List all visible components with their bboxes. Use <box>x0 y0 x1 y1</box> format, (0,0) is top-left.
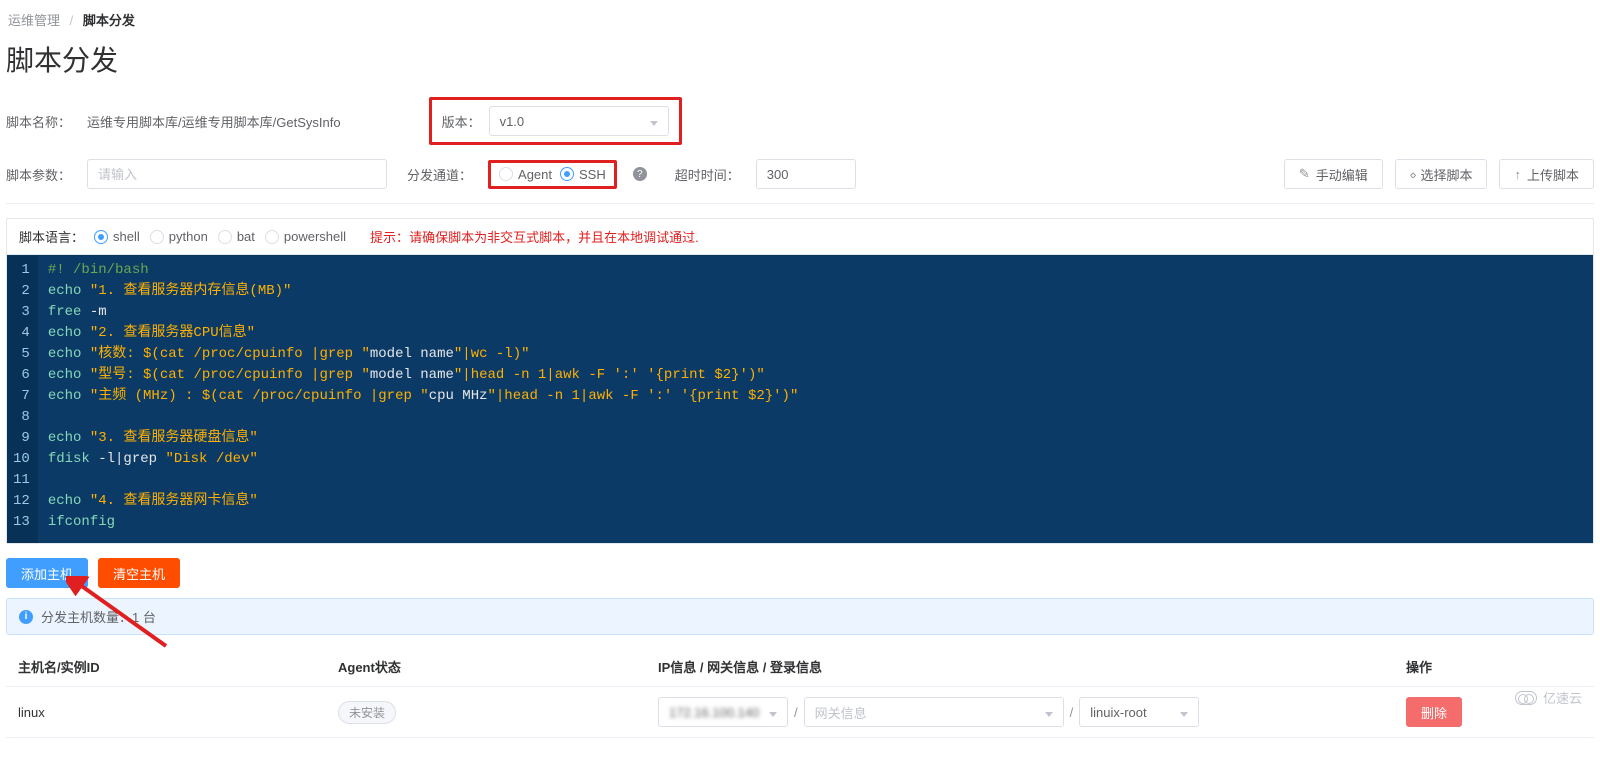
ip-select[interactable]: 172.16.100.140 <box>658 697 788 727</box>
cell-host: linux <box>6 687 326 738</box>
timeout-label: 超时时间： <box>675 165 740 184</box>
host-table: 主机名/实例ID Agent状态 IP信息 / 网关信息 / 登录信息 操作 l… <box>6 647 1594 738</box>
radio-agent-label: Agent <box>518 167 552 182</box>
watermark-text: 亿速云 <box>1543 688 1582 707</box>
breadcrumb-parent[interactable]: 运维管理 <box>8 13 60 28</box>
radio-ssh-label: SSH <box>579 167 606 182</box>
info-text: 分发主机数量：1 台 <box>41 607 156 626</box>
script-name-label: 脚本名称： <box>6 112 71 131</box>
pencil-icon <box>1299 166 1310 182</box>
delete-button[interactable]: 删除 <box>1406 697 1462 727</box>
info-strip: i 分发主机数量：1 台 <box>6 598 1594 635</box>
timeout-input[interactable] <box>756 159 856 189</box>
radio-python-label: python <box>169 229 208 244</box>
th-ip: IP信息 / 网关信息 / 登录信息 <box>646 647 1394 687</box>
script-lang-label: 脚本语言： <box>19 227 84 246</box>
version-select[interactable]: v1.0 <box>489 106 669 136</box>
radio-powershell[interactable]: powershell <box>265 229 346 244</box>
gateway-placeholder: 网关信息 <box>815 703 867 722</box>
upload-icon <box>1514 167 1521 182</box>
slash-separator: / <box>794 705 798 720</box>
clear-hosts-label: 清空主机 <box>113 564 165 583</box>
right-toolbar: 手动编辑 选择脚本 上传脚本 <box>1284 159 1594 189</box>
select-script-label: 选择脚本 <box>1420 165 1472 184</box>
radio-python[interactable]: python <box>150 229 208 244</box>
version-value: v1.0 <box>500 114 525 129</box>
cell-agent: 未安装 <box>326 687 646 738</box>
code-editor[interactable]: 12345678910111213 #! /bin/bash echo "1. … <box>7 255 1593 543</box>
breadcrumb: 运维管理 / 脚本分发 <box>6 8 1594 35</box>
row-script-name: 脚本名称： 运维专用脚本库/运维专用脚本库/GetSysInfo 版本： v1.… <box>6 97 1594 145</box>
table-row: linux 未安装 172.16.100.140 / 网关信息 <box>6 687 1594 738</box>
add-host-button[interactable]: 添加主机 <box>6 558 88 588</box>
page-title: 脚本分发 <box>6 39 1594 79</box>
chevron-down-icon <box>1180 712 1188 717</box>
hint-label: 提示： <box>370 230 409 245</box>
info-icon: i <box>19 610 33 624</box>
radio-powershell-label: powershell <box>284 229 346 244</box>
cell-ip: 172.16.100.140 / 网关信息 / linuix-root <box>646 687 1394 738</box>
radio-shell-label: shell <box>113 229 140 244</box>
clear-hosts-button[interactable]: 清空主机 <box>98 558 180 588</box>
agent-status-badge: 未安装 <box>338 701 396 724</box>
select-script-button[interactable]: 选择脚本 <box>1395 159 1488 189</box>
chevron-down-icon <box>650 121 658 126</box>
breadcrumb-current: 脚本分发 <box>83 13 135 28</box>
dispatch-channel-highlight: Agent SSH <box>488 160 617 189</box>
table-header-row: 主机名/实例ID Agent状态 IP信息 / 网关信息 / 登录信息 操作 <box>6 647 1594 687</box>
slash-separator: / <box>1070 705 1074 720</box>
editor-panel: 脚本语言： shell python bat powershell 提示：请确保… <box>6 218 1594 544</box>
radio-bat[interactable]: bat <box>218 229 255 244</box>
row-params: 脚本参数： 分发通道： Agent SSH ? 超时时间： 手动编辑 选择脚本 <box>6 159 1594 189</box>
gateway-select[interactable]: 网关信息 <box>804 697 1064 727</box>
editor-code[interactable]: #! /bin/bash echo "1. 查看服务器内存信息(MB)" fre… <box>38 256 809 543</box>
hint-text: 请确保脚本为非交互式脚本，并且在本地调试通过. <box>409 230 699 245</box>
hint: 提示：请确保脚本为非交互式脚本，并且在本地调试通过. <box>370 227 699 246</box>
upload-script-label: 上传脚本 <box>1527 165 1579 184</box>
radio-shell[interactable]: shell <box>94 229 140 244</box>
delete-label: 删除 <box>1421 703 1447 722</box>
login-value: linuix-root <box>1090 705 1146 720</box>
chevron-down-icon <box>769 712 777 717</box>
breadcrumb-separator: / <box>70 13 74 28</box>
script-params-input[interactable] <box>87 159 387 189</box>
dispatch-channel-label: 分发通道： <box>407 165 472 184</box>
help-icon[interactable]: ? <box>633 167 647 181</box>
script-params-label: 脚本参数： <box>6 165 71 184</box>
login-select[interactable]: linuix-root <box>1079 697 1199 727</box>
divider <box>6 203 1594 204</box>
code-icon <box>1410 167 1415 182</box>
manual-edit-label: 手动编辑 <box>1316 165 1368 184</box>
script-name-value: 运维专用脚本库/运维专用脚本库/GetSysInfo <box>87 112 341 131</box>
editor-gutter: 12345678910111213 <box>7 256 38 543</box>
chevron-down-icon <box>1045 712 1053 717</box>
version-label: 版本： <box>442 112 481 131</box>
add-host-label: 添加主机 <box>21 564 73 583</box>
manual-edit-button[interactable]: 手动编辑 <box>1284 159 1383 189</box>
radio-bat-label: bat <box>237 229 255 244</box>
th-host: 主机名/实例ID <box>6 647 326 687</box>
version-highlight: 版本： v1.0 <box>429 97 682 145</box>
editor-header: 脚本语言： shell python bat powershell 提示：请确保… <box>7 219 1593 255</box>
upload-script-button[interactable]: 上传脚本 <box>1499 159 1594 189</box>
radio-ssh[interactable]: SSH <box>560 167 606 182</box>
th-agent: Agent状态 <box>326 647 646 687</box>
radio-agent[interactable]: Agent <box>499 167 552 182</box>
watermark-logo-icon <box>1515 691 1537 705</box>
ip-value: 172.16.100.140 <box>669 705 759 720</box>
host-actions: 添加主机 清空主机 <box>6 558 1594 588</box>
th-op: 操作 <box>1394 647 1594 687</box>
watermark: 亿速云 <box>1515 688 1582 707</box>
